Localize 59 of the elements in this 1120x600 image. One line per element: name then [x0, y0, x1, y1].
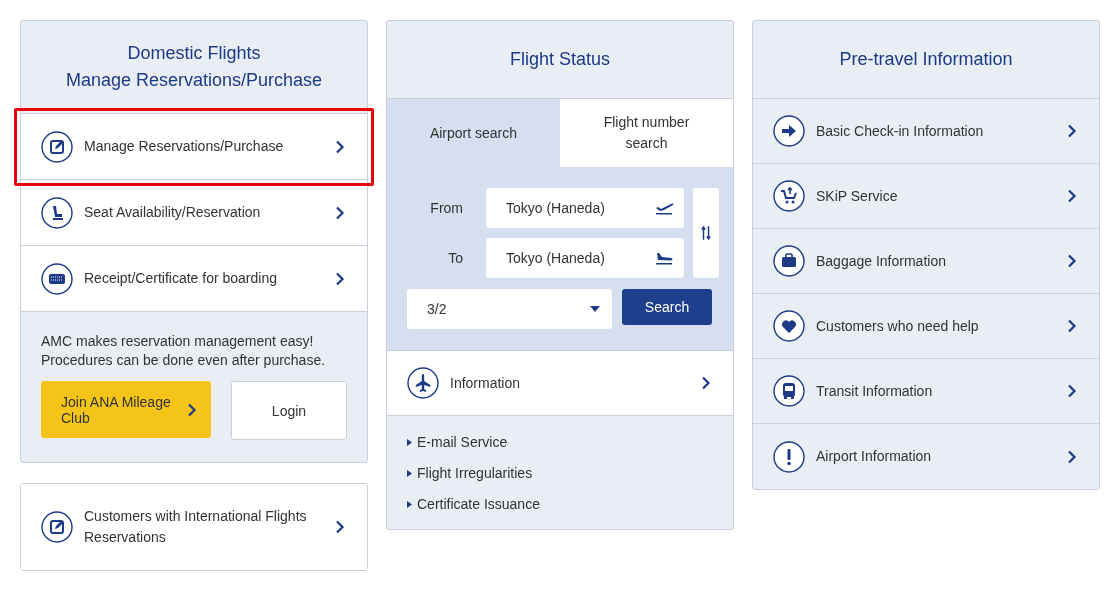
swap-icon: [701, 225, 711, 241]
menu-item[interactable]: Baggage Information: [753, 229, 1099, 294]
bus-icon: [773, 375, 805, 407]
card-title: Domestic Flights: [127, 42, 261, 65]
menu-item[interactable]: SKiP Service: [753, 164, 1099, 229]
info-link[interactable]: Certificate Issuance: [407, 494, 713, 515]
input-field[interactable]: Tokyo (Haneda): [486, 188, 684, 228]
chevron-right-icon: [701, 376, 711, 390]
chevron-right-icon: [335, 205, 345, 220]
chevron-right-icon: [335, 139, 345, 154]
chevron-right-icon: [1067, 124, 1077, 138]
chevron-right-icon: [1067, 189, 1077, 203]
menu-item[interactable]: Customers with International Flights Reservations: [21, 484, 367, 570]
edit-icon: [41, 511, 73, 543]
menu-item[interactable]: Receipt/Certificate for boarding: [21, 246, 367, 311]
menu-item[interactable]: Customers who need help: [753, 294, 1099, 359]
triangle-bullet-icon: [407, 501, 412, 508]
cart-icon: [773, 180, 805, 212]
menu-item[interactable]: Airport Information: [753, 424, 1099, 489]
arrival-icon: [654, 251, 674, 265]
chevron-right-icon: [1067, 384, 1077, 398]
chevron-right-icon: [1067, 449, 1077, 464]
chevron-right-icon: [335, 520, 345, 534]
search-button[interactable]: Search: [622, 289, 712, 325]
departure-icon: [654, 201, 674, 215]
field-label: To: [447, 250, 464, 266]
card-title: Pre-travel Information: [839, 48, 1013, 71]
arrow-right-icon: [773, 115, 805, 147]
field-label: From: [429, 200, 464, 216]
dropdown-caret-icon: [590, 306, 600, 312]
triangle-bullet-icon: [407, 470, 412, 477]
card-title: Flight Status: [509, 48, 610, 71]
airplane-icon: [407, 367, 439, 399]
swap-button[interactable]: [693, 188, 719, 278]
join-button[interactable]: Join ANA Mileage Club: [41, 381, 211, 438]
exclamation-icon: [773, 440, 805, 473]
date-select[interactable]: 3/2: [407, 289, 612, 329]
info-link[interactable]: E-mail Service: [407, 432, 713, 453]
tab[interactable]: Airport search: [387, 99, 560, 167]
edit-icon: [41, 130, 73, 163]
keyboard-icon: [41, 262, 73, 295]
card-title: Manage Reservations/Purchase: [65, 69, 323, 92]
chevron-right-icon: [187, 402, 197, 417]
menu-item[interactable]: Basic Check-in Information: [753, 99, 1099, 164]
menu-item[interactable]: Transit Information: [753, 359, 1099, 424]
tab[interactable]: Flight number search: [560, 99, 733, 167]
chevron-right-icon: [335, 271, 345, 286]
chevron-right-icon: [1067, 319, 1077, 333]
input-field[interactable]: Tokyo (Haneda): [486, 238, 684, 278]
chevron-right-icon: [1067, 254, 1077, 268]
menu-item[interactable]: Manage Reservations/Purchase: [21, 114, 367, 179]
seat-icon: [41, 196, 73, 229]
menu-item[interactable]: Information: [387, 351, 733, 416]
promo-text: AMC makes reservation management easy! Procedures can be done even after purchase.: [41, 332, 327, 370]
menu-item[interactable]: Seat Availability/Reservation: [21, 180, 367, 245]
triangle-bullet-icon: [407, 439, 412, 446]
info-link[interactable]: Flight Irregularities: [407, 463, 713, 484]
suitcase-icon: [773, 245, 805, 277]
login-button[interactable]: Login: [231, 381, 347, 440]
